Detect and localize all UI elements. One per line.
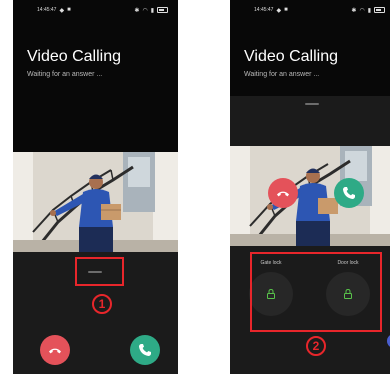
signal-icon: ▮ <box>367 7 371 14</box>
status-time: 14:45:47 <box>254 7 274 13</box>
phone-hangup-icon <box>49 348 61 354</box>
decline-call-button[interactable] <box>268 178 298 208</box>
annotation-marker: 2 <box>306 336 326 356</box>
app-icon: ■ <box>284 7 288 13</box>
decline-call-button[interactable] <box>40 335 70 365</box>
app-icon: ■ <box>67 7 71 13</box>
call-status-text: Waiting for an answer ... <box>244 71 320 78</box>
notification-icon: ◆ <box>59 7 65 14</box>
phone-screen-waiting: 14:45:47 ◆ ■ ✱ ◠ ▮ Video Calling Waiting… <box>13 0 178 374</box>
notification-icon: ◆ <box>276 7 282 14</box>
phone-hangup-icon <box>277 191 289 197</box>
status-bar: 14:45:47 ◆ ■ ✱ ◠ ▮ <box>13 0 178 20</box>
page-title: Video Calling <box>27 48 121 65</box>
answer-call-button[interactable] <box>130 335 160 365</box>
wifi-icon: ◠ <box>359 7 365 14</box>
battery-icon <box>157 7 168 13</box>
annotation-highlight-box <box>250 252 382 332</box>
answer-call-button[interactable] <box>334 178 364 208</box>
bluetooth-icon: ✱ <box>351 7 357 14</box>
status-bar: 14:45:47 ◆ ■ ✱ ◠ ▮ <box>230 0 390 20</box>
drag-handle[interactable] <box>305 103 319 105</box>
battery-icon <box>374 7 385 13</box>
video-feed <box>13 152 178 252</box>
page-title: Video Calling <box>244 48 338 65</box>
expanded-panel-header <box>230 96 390 146</box>
status-time: 14:45:47 <box>37 7 57 13</box>
signal-icon: ▮ <box>150 7 154 14</box>
video-feed <box>230 146 390 246</box>
annotation-marker: 1 <box>92 294 112 314</box>
phone-answer-icon <box>343 187 355 199</box>
phone-answer-icon <box>139 344 151 356</box>
wifi-icon: ◠ <box>142 7 148 14</box>
call-status-text: Waiting for an answer ... <box>27 71 103 78</box>
bluetooth-icon: ✱ <box>134 7 140 14</box>
annotation-highlight-box <box>75 257 124 286</box>
phone-screen-locks: 14:45:47 ◆ ■ ✱ ◠ ▮ Video Calling Waiting… <box>230 0 390 374</box>
